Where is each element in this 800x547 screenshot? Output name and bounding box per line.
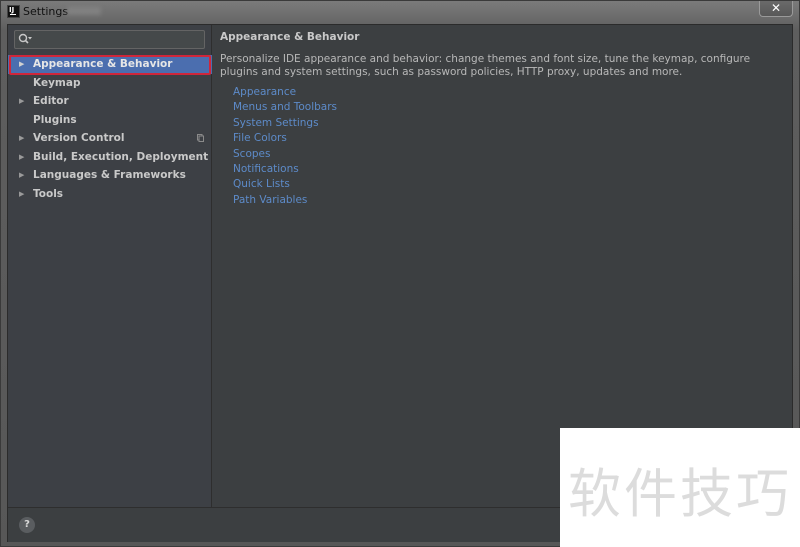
subpage-links: Appearance Menus and Toolbars System Set… [233,85,337,208]
help-button[interactable]: ? [19,517,35,533]
link-system-settings[interactable]: System Settings [233,116,337,131]
watermark-overlay: 软件技巧 [560,428,800,547]
expand-arrow-icon[interactable]: ▶ [19,129,24,148]
tree-item-languages-frameworks[interactable]: ▶ Languages & Frameworks [8,166,212,185]
settings-tree: ▶ Appearance & Behavior Keymap ▶ Editor … [8,55,212,203]
tree-item-label: Languages & Frameworks [33,169,186,181]
expand-arrow-icon[interactable]: ▶ [19,92,24,111]
link-notifications[interactable]: Notifications [233,162,337,177]
project-level-icon [197,134,204,142]
intellij-app-icon: IJ [7,5,20,18]
tree-item-plugins[interactable]: Plugins [8,111,212,130]
close-icon: ✕ [770,1,782,15]
link-quick-lists[interactable]: Quick Lists [233,177,337,192]
blurred-title-suffix [67,7,101,15]
tree-item-build-execution-deployment[interactable]: ▶ Build, Execution, Deployment [8,148,212,167]
help-icon: ? [24,519,30,530]
link-menus-and-toolbars[interactable]: Menus and Toolbars [233,100,337,115]
tree-item-label: Tools [33,187,64,200]
red-annotation-highlight [9,55,211,75]
expand-arrow-icon[interactable]: ▶ [19,166,24,185]
tree-item-label: Editor [33,95,69,107]
tree-item-label: Keymap [33,76,81,89]
page-title: Appearance & Behavior [220,31,360,43]
link-appearance[interactable]: Appearance [233,85,337,100]
expand-arrow-icon[interactable]: ▶ [19,148,24,167]
settings-search-input[interactable] [14,30,205,49]
expand-arrow-icon[interactable]: ▶ [19,185,24,204]
window-title: Settings [23,5,69,18]
tree-item-version-control[interactable]: ▶ Version Control [8,129,212,148]
settings-sidebar: ▶ Appearance & Behavior Keymap ▶ Editor … [8,25,212,507]
tree-item-label: Build, Execution, Deployment [33,150,209,163]
link-file-colors[interactable]: File Colors [233,131,337,146]
tree-item-keymap[interactable]: Keymap [8,74,212,93]
tree-item-tools[interactable]: ▶ Tools [8,185,212,204]
tree-item-label: Plugins [33,113,77,126]
tree-item-editor[interactable]: ▶ Editor [8,92,212,111]
tree-item-label: Version Control [33,132,125,144]
link-path-variables[interactable]: Path Variables [233,193,337,208]
link-scopes[interactable]: Scopes [233,147,337,162]
watermark-text: 软件技巧 [568,464,792,525]
close-button[interactable]: ✕ [759,1,793,17]
page-description: Personalize IDE appearance and behavior:… [220,53,751,78]
search-icon[interactable] [18,33,32,46]
title-bar[interactable]: IJ Settings ✕ [1,1,800,23]
